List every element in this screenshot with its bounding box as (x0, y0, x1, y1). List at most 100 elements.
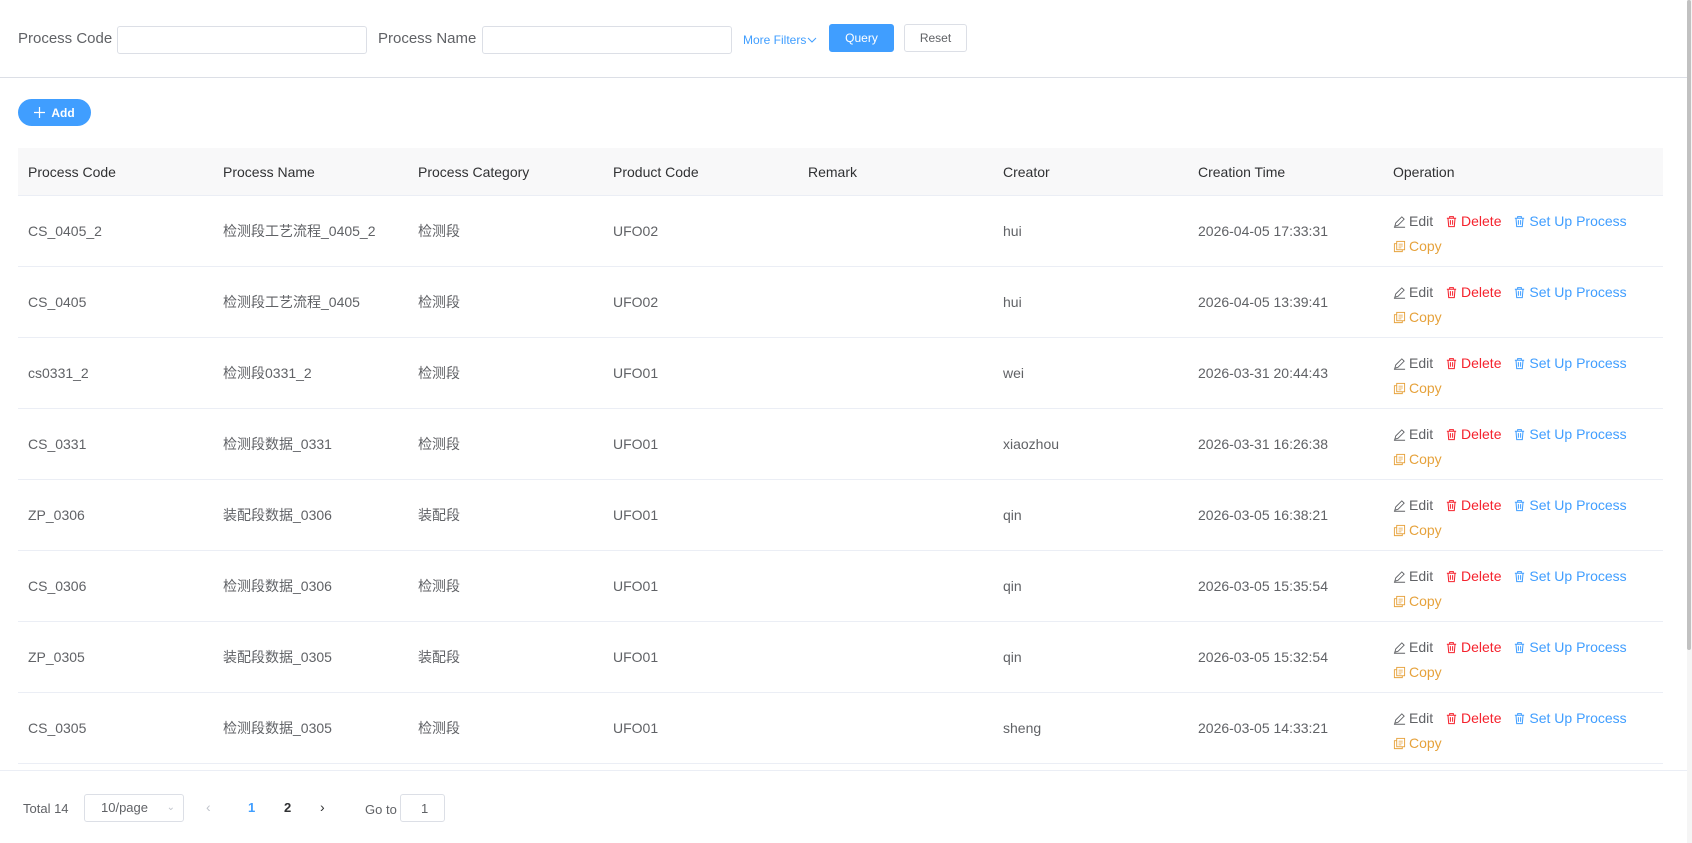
table-row: ZP_0306 装配段数据_0306 装配段 UFO01 qin 2026-03… (18, 480, 1663, 551)
edit-button[interactable]: Edit (1393, 565, 1433, 588)
setup-process-label: Set Up Process (1529, 355, 1627, 371)
cell-creation-time: 2026-03-31 20:44:43 (1198, 365, 1328, 381)
trash-icon (1446, 287, 1457, 299)
delete-button[interactable]: Delete (1445, 281, 1501, 304)
edit-icon (1393, 429, 1406, 441)
row-operations: Edit Delete Set Up Process Copy (1393, 636, 1653, 686)
cell-creation-time: 2026-03-05 16:38:21 (1198, 507, 1328, 523)
cell-creator: xiaozhou (1003, 436, 1060, 452)
cell-process-category: 装配段 (418, 649, 460, 665)
page-size-select[interactable]: 10/page ⌄ (84, 794, 184, 822)
table-row: CS_0405 检测段工艺流程_0405 检测段 UFO02 hui 2026-… (18, 267, 1663, 338)
page-1-button[interactable]: 1 (248, 800, 255, 815)
delete-button[interactable]: Delete (1445, 423, 1501, 446)
cell-process-category: 检测段 (418, 578, 460, 594)
delete-label: Delete (1461, 497, 1502, 513)
setup-process-button[interactable]: Set Up Process (1513, 210, 1627, 233)
edit-button[interactable]: Edit (1393, 707, 1433, 730)
cell-creation-time: 2026-03-31 16:26:38 (1198, 436, 1328, 452)
header-process-category: Process Category (418, 163, 530, 180)
delete-button[interactable]: Delete (1445, 210, 1501, 233)
setup-process-label: Set Up Process (1529, 710, 1627, 726)
setup-icon (1515, 500, 1525, 512)
delete-button[interactable]: Delete (1445, 707, 1501, 730)
edit-icon (1393, 713, 1406, 725)
edit-label: Edit (1409, 426, 1434, 442)
cell-process-code: ZP_0306 (28, 507, 85, 523)
copy-label: Copy (1409, 522, 1442, 538)
copy-button[interactable]: Copy (1393, 306, 1442, 329)
prev-page-button[interactable]: ‹ (206, 799, 211, 815)
setup-process-button[interactable]: Set Up Process (1513, 494, 1627, 517)
edit-icon (1393, 216, 1406, 228)
copy-button[interactable]: Copy (1393, 235, 1442, 258)
process-name-input[interactable] (482, 26, 732, 54)
cell-product-code: UFO02 (613, 223, 659, 239)
cell-creation-time: 2026-04-05 13:39:41 (1198, 294, 1328, 310)
setup-process-button[interactable]: Set Up Process (1513, 636, 1627, 659)
cell-process-code: CS_0331 (28, 436, 87, 452)
cell-process-name: 检测段数据_0306 (223, 578, 332, 594)
edit-button[interactable]: Edit (1393, 423, 1433, 446)
table-row: CS_0305 检测段数据_0305 检测段 UFO01 sheng 2026-… (18, 693, 1663, 764)
delete-button[interactable]: Delete (1445, 352, 1501, 375)
scrollbar-thumb[interactable] (1687, 0, 1691, 650)
table-row: CS_0405_2 检测段工艺流程_0405_2 检测段 UFO02 hui 2… (18, 196, 1663, 267)
delete-label: Delete (1461, 568, 1502, 584)
add-button[interactable]: Add (18, 99, 91, 126)
setup-process-button[interactable]: Set Up Process (1513, 423, 1627, 446)
delete-button[interactable]: Delete (1445, 636, 1501, 659)
copy-icon (1393, 453, 1406, 466)
copy-button[interactable]: Copy (1393, 519, 1442, 542)
row-operations: Edit Delete Set Up Process Copy (1393, 494, 1653, 544)
copy-icon (1393, 524, 1406, 537)
edit-icon (1393, 500, 1406, 512)
table-row: CS_0331 检测段数据_0331 检测段 UFO01 xiaozhou 20… (18, 409, 1663, 480)
copy-button[interactable]: Copy (1393, 377, 1442, 400)
chevron-down-icon (807, 37, 817, 43)
edit-button[interactable]: Edit (1393, 352, 1433, 375)
more-filters-toggle[interactable]: More Filters (743, 33, 817, 47)
goto-label: Go to (365, 802, 397, 817)
cell-process-name: 装配段数据_0305 (223, 649, 332, 665)
edit-button[interactable]: Edit (1393, 281, 1433, 304)
setup-process-button[interactable]: Set Up Process (1513, 281, 1627, 304)
cell-creator: sheng (1003, 720, 1042, 736)
process-code-input[interactable] (117, 26, 367, 54)
next-page-button[interactable]: › (320, 799, 325, 815)
setup-process-button[interactable]: Set Up Process (1513, 352, 1627, 375)
page-size-value: 10/page (101, 800, 148, 815)
copy-button[interactable]: Copy (1393, 732, 1442, 755)
trash-icon (1446, 500, 1457, 512)
delete-label: Delete (1461, 426, 1502, 442)
query-button[interactable]: Query (829, 24, 894, 52)
setup-icon (1515, 287, 1525, 299)
edit-button[interactable]: Edit (1393, 210, 1433, 233)
setup-process-button[interactable]: Set Up Process (1513, 565, 1627, 588)
delete-button[interactable]: Delete (1445, 494, 1501, 517)
cell-process-code: CS_0305 (28, 720, 87, 736)
pagination: Total 14 10/page ⌄ ‹ 1 2 › Go to (0, 770, 1687, 843)
table-body: CS_0405_2 检测段工艺流程_0405_2 检测段 UFO02 hui 2… (18, 196, 1663, 764)
copy-icon (1393, 382, 1406, 395)
table-row: cs0331_2 检测段0331_2 检测段 UFO01 wei 2026-03… (18, 338, 1663, 409)
copy-button[interactable]: Copy (1393, 590, 1442, 613)
goto-page-input[interactable] (400, 794, 445, 822)
edit-button[interactable]: Edit (1393, 494, 1433, 517)
setup-process-button[interactable]: Set Up Process (1513, 707, 1627, 730)
page-2-button[interactable]: 2 (284, 800, 291, 815)
copy-label: Copy (1409, 593, 1442, 609)
cell-process-name: 检测段0331_2 (223, 365, 312, 381)
copy-button[interactable]: Copy (1393, 661, 1442, 684)
cell-creator: qin (1003, 578, 1022, 594)
reset-button[interactable]: Reset (904, 24, 967, 52)
copy-icon (1393, 240, 1406, 253)
process-table: Process Code Process Name Process Catego… (18, 148, 1663, 764)
cell-process-category: 检测段 (418, 223, 460, 239)
copy-button[interactable]: Copy (1393, 448, 1442, 471)
delete-button[interactable]: Delete (1445, 565, 1501, 588)
cell-product-code: UFO01 (613, 649, 659, 665)
cell-product-code: UFO01 (613, 365, 659, 381)
edit-button[interactable]: Edit (1393, 636, 1433, 659)
cell-process-name: 检测段数据_0305 (223, 720, 332, 736)
